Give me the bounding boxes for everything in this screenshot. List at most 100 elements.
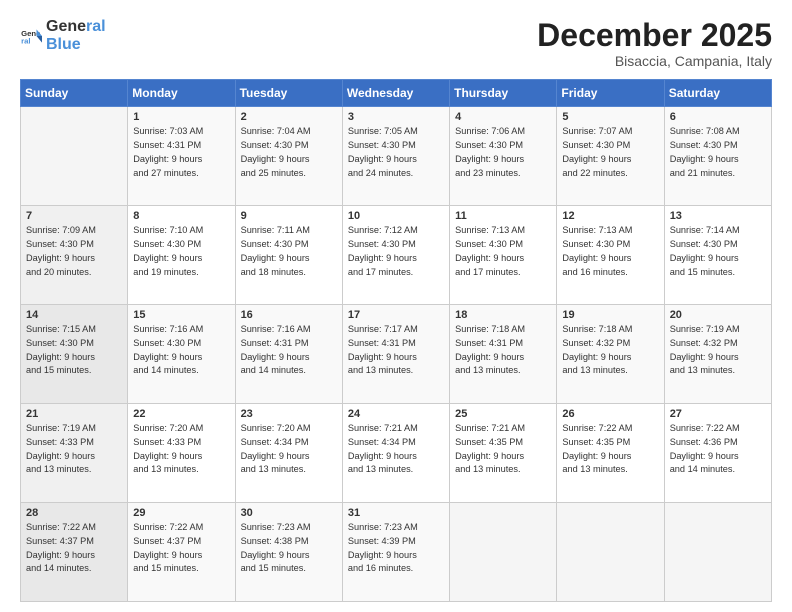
day-number: 9 [241,210,337,222]
day-number: 27 [670,408,766,420]
calendar-cell: 14 Sunrise: 7:15 AMSunset: 4:30 PMDayligh… [21,305,128,404]
calendar-cell: 2Sunrise: 7:04 AMSunset: 4:30 PMDaylight… [235,107,342,206]
calendar-weekday-wednesday: Wednesday [342,80,449,107]
svg-text:ral: ral [21,37,30,46]
day-number: 26 [562,408,658,420]
calendar-cell [21,107,128,206]
day-info: Sunrise: 7:11 AMSunset: 4:30 PMDaylight:… [241,224,337,279]
day-info: Sunrise: 7:13 AMSunset: 4:30 PMDaylight:… [455,224,551,279]
day-number: 19 [562,309,658,321]
day-info: Sunrise: 7:08 AMSunset: 4:30 PMDaylight:… [670,125,766,180]
day-number: 18 [455,309,551,321]
day-info: Sunrise: 7:10 AMSunset: 4:30 PMDaylight:… [133,224,229,279]
day-info: Sunrise: 7:18 AMSunset: 4:31 PMDaylight:… [455,323,551,378]
day-number: 31 [348,507,444,519]
calendar-cell: 13 Sunrise: 7:14 AMSunset: 4:30 PMDayligh… [664,206,771,305]
calendar-cell: 26 Sunrise: 7:22 AMSunset: 4:35 PMDayligh… [557,404,664,503]
header: Gene ral General Blue December 2025 Bisa… [20,18,772,69]
day-number: 14 [26,309,122,321]
calendar-weekday-friday: Friday [557,80,664,107]
calendar-cell: 24Sunrise: 7:21 AMSunset: 4:34 PMDayligh… [342,404,449,503]
logo-general-text: General [46,18,106,35]
calendar-weekday-tuesday: Tuesday [235,80,342,107]
day-info: Sunrise: 7:16 AMSunset: 4:31 PMDaylight:… [241,323,337,378]
calendar-cell: 31 Sunrise: 7:23 AMSunset: 4:39 PMDayligh… [342,503,449,602]
calendar-cell: 30 Sunrise: 7:23 AMSunset: 4:38 PMDayligh… [235,503,342,602]
calendar-cell: 16 Sunrise: 7:16 AMSunset: 4:31 PMDayligh… [235,305,342,404]
calendar-cell: 12 Sunrise: 7:13 AMSunset: 4:30 PMDayligh… [557,206,664,305]
calendar-cell: 18 Sunrise: 7:18 AMSunset: 4:31 PMDayligh… [450,305,557,404]
day-number: 8 [133,210,229,222]
calendar-weekday-saturday: Saturday [664,80,771,107]
calendar-cell: 22 Sunrise: 7:20 AMSunset: 4:33 PMDayligh… [128,404,235,503]
calendar-cell: 25 Sunrise: 7:21 AMSunset: 4:35 PMDayligh… [450,404,557,503]
day-info: Sunrise: 7:15 AMSunset: 4:30 PMDaylight:… [26,323,122,378]
calendar-week-row: 14 Sunrise: 7:15 AMSunset: 4:30 PMDayligh… [21,305,772,404]
calendar-cell: 11 Sunrise: 7:13 AMSunset: 4:30 PMDayligh… [450,206,557,305]
day-number: 12 [562,210,658,222]
calendar-cell: 7 Sunrise: 7:09 AMSunset: 4:30 PMDaylight… [21,206,128,305]
day-info: Sunrise: 7:21 AMSunset: 4:35 PMDaylight:… [455,422,551,477]
day-number: 25 [455,408,551,420]
calendar-cell [664,503,771,602]
day-number: 16 [241,309,337,321]
day-number: 5 [562,111,658,123]
calendar-cell: 21 Sunrise: 7:19 AMSunset: 4:33 PMDayligh… [21,404,128,503]
day-number: 13 [670,210,766,222]
day-info: Sunrise: 7:13 AMSunset: 4:30 PMDaylight:… [562,224,658,279]
calendar-week-row: 1 Sunrise: 7:03 AMSunset: 4:31 PMDaylight… [21,107,772,206]
day-number: 29 [133,507,229,519]
day-number: 30 [241,507,337,519]
calendar-table: SundayMondayTuesdayWednesdayThursdayFrid… [20,79,772,602]
day-number: 10 [348,210,444,222]
calendar-cell: 4 Sunrise: 7:06 AMSunset: 4:30 PMDaylight… [450,107,557,206]
month-title: December 2025 [537,18,772,53]
calendar-cell: 1 Sunrise: 7:03 AMSunset: 4:31 PMDaylight… [128,107,235,206]
day-info: Sunrise: 7:18 AMSunset: 4:32 PMDaylight:… [562,323,658,378]
day-number: 1 [133,111,229,123]
calendar-weekday-sunday: Sunday [21,80,128,107]
day-info: Sunrise: 7:23 AMSunset: 4:39 PMDaylight:… [348,521,444,576]
day-info: Sunrise: 7:20 AMSunset: 4:33 PMDaylight:… [133,422,229,477]
day-number: 11 [455,210,551,222]
day-info: Sunrise: 7:12 AMSunset: 4:30 PMDaylight:… [348,224,444,279]
calendar-cell: 6Sunrise: 7:08 AMSunset: 4:30 PMDaylight… [664,107,771,206]
day-info: Sunrise: 7:06 AMSunset: 4:30 PMDaylight:… [455,125,551,180]
day-info: Sunrise: 7:23 AMSunset: 4:38 PMDaylight:… [241,521,337,576]
page: Gene ral General Blue December 2025 Bisa… [0,0,792,612]
calendar-weekday-thursday: Thursday [450,80,557,107]
day-info: Sunrise: 7:09 AMSunset: 4:30 PMDaylight:… [26,224,122,279]
calendar-weekday-monday: Monday [128,80,235,107]
day-info: Sunrise: 7:14 AMSunset: 4:30 PMDaylight:… [670,224,766,279]
day-number: 4 [455,111,551,123]
day-number: 23 [241,408,337,420]
calendar-week-row: 7 Sunrise: 7:09 AMSunset: 4:30 PMDaylight… [21,206,772,305]
day-info: Sunrise: 7:22 AMSunset: 4:37 PMDaylight:… [26,521,122,576]
day-number: 24 [348,408,444,420]
day-number: 22 [133,408,229,420]
title-block: December 2025 Bisaccia, Campania, Italy [537,18,772,69]
calendar-header-row: SundayMondayTuesdayWednesdayThursdayFrid… [21,80,772,107]
logo-icon: Gene ral [20,25,42,47]
day-info: Sunrise: 7:22 AMSunset: 4:37 PMDaylight:… [133,521,229,576]
day-number: 17 [348,309,444,321]
day-number: 21 [26,408,122,420]
day-info: Sunrise: 7:17 AMSunset: 4:31 PMDaylight:… [348,323,444,378]
day-info: Sunrise: 7:07 AMSunset: 4:30 PMDaylight:… [562,125,658,180]
calendar-cell [450,503,557,602]
calendar-cell: 28 Sunrise: 7:22 AMSunset: 4:37 PMDayligh… [21,503,128,602]
calendar-cell: 8 Sunrise: 7:10 AMSunset: 4:30 PMDaylight… [128,206,235,305]
calendar-cell: 27Sunrise: 7:22 AMSunset: 4:36 PMDayligh… [664,404,771,503]
day-number: 20 [670,309,766,321]
day-info: Sunrise: 7:03 AMSunset: 4:31 PMDaylight:… [133,125,229,180]
logo: Gene ral General Blue [20,18,106,54]
calendar-cell: 15Sunrise: 7:16 AMSunset: 4:30 PMDayligh… [128,305,235,404]
day-number: 28 [26,507,122,519]
day-info: Sunrise: 7:22 AMSunset: 4:35 PMDaylight:… [562,422,658,477]
calendar-cell: 20Sunrise: 7:19 AMSunset: 4:32 PMDayligh… [664,305,771,404]
calendar-week-row: 28 Sunrise: 7:22 AMSunset: 4:37 PMDayligh… [21,503,772,602]
day-number: 7 [26,210,122,222]
day-number: 2 [241,111,337,123]
day-info: Sunrise: 7:19 AMSunset: 4:33 PMDaylight:… [26,422,122,477]
calendar-cell: 29 Sunrise: 7:22 AMSunset: 4:37 PMDayligh… [128,503,235,602]
